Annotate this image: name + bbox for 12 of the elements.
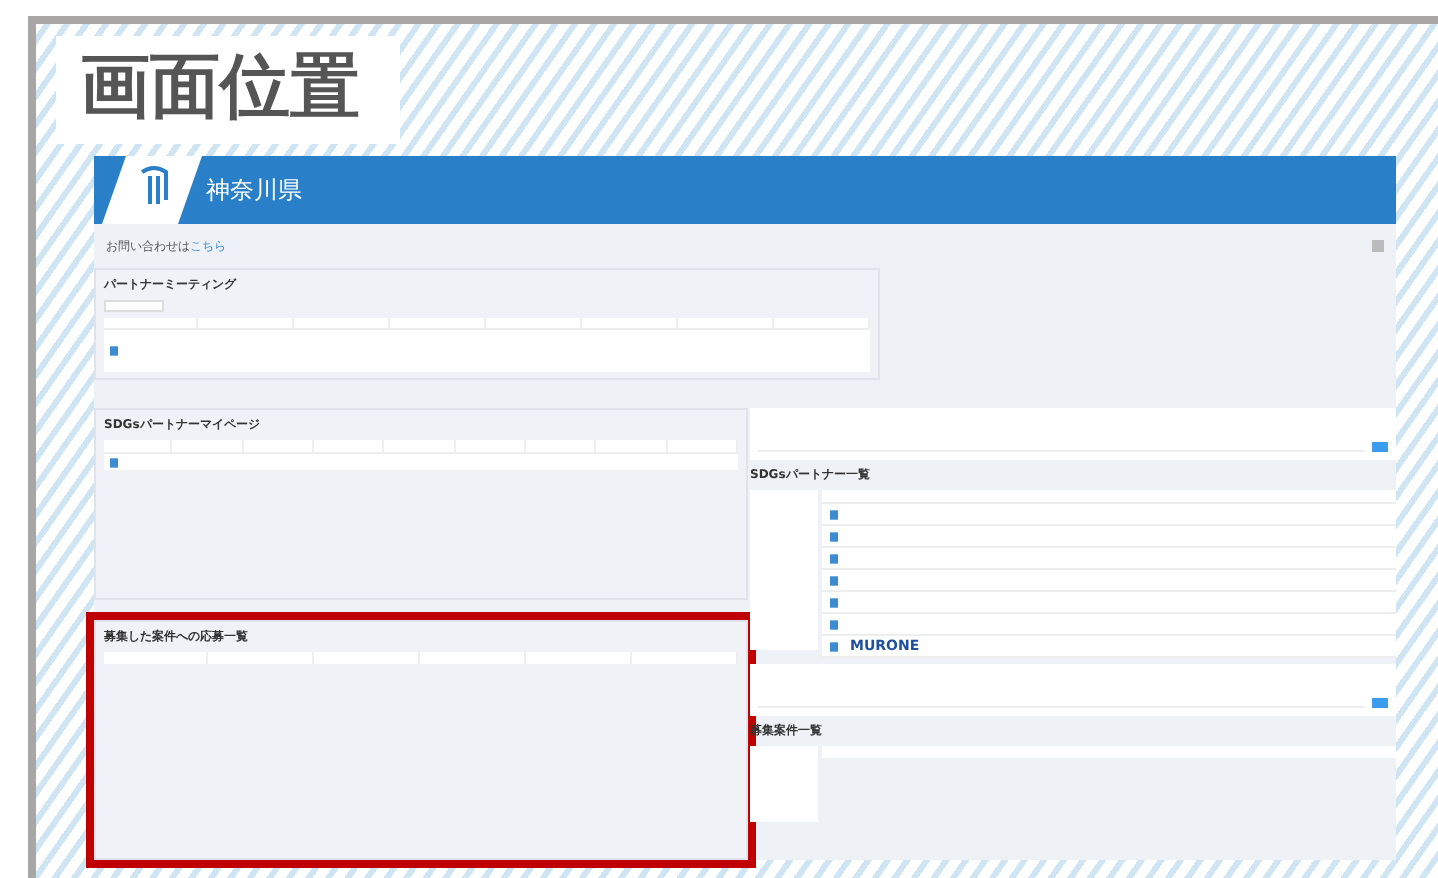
document-icon[interactable]: [830, 641, 838, 651]
slide-title: 画面位置: [56, 36, 400, 144]
document-icon[interactable]: [110, 346, 118, 357]
document-icon[interactable]: [830, 509, 838, 519]
document-icon[interactable]: [830, 575, 838, 585]
document-icon[interactable]: [830, 531, 838, 541]
document-icon[interactable]: [110, 457, 118, 467]
document-icon[interactable]: [830, 597, 838, 607]
header-title: 神奈川県: [206, 173, 302, 207]
document-icon[interactable]: [830, 619, 838, 629]
filter-sidebar: [750, 746, 818, 822]
document-icon[interactable]: [830, 553, 838, 563]
